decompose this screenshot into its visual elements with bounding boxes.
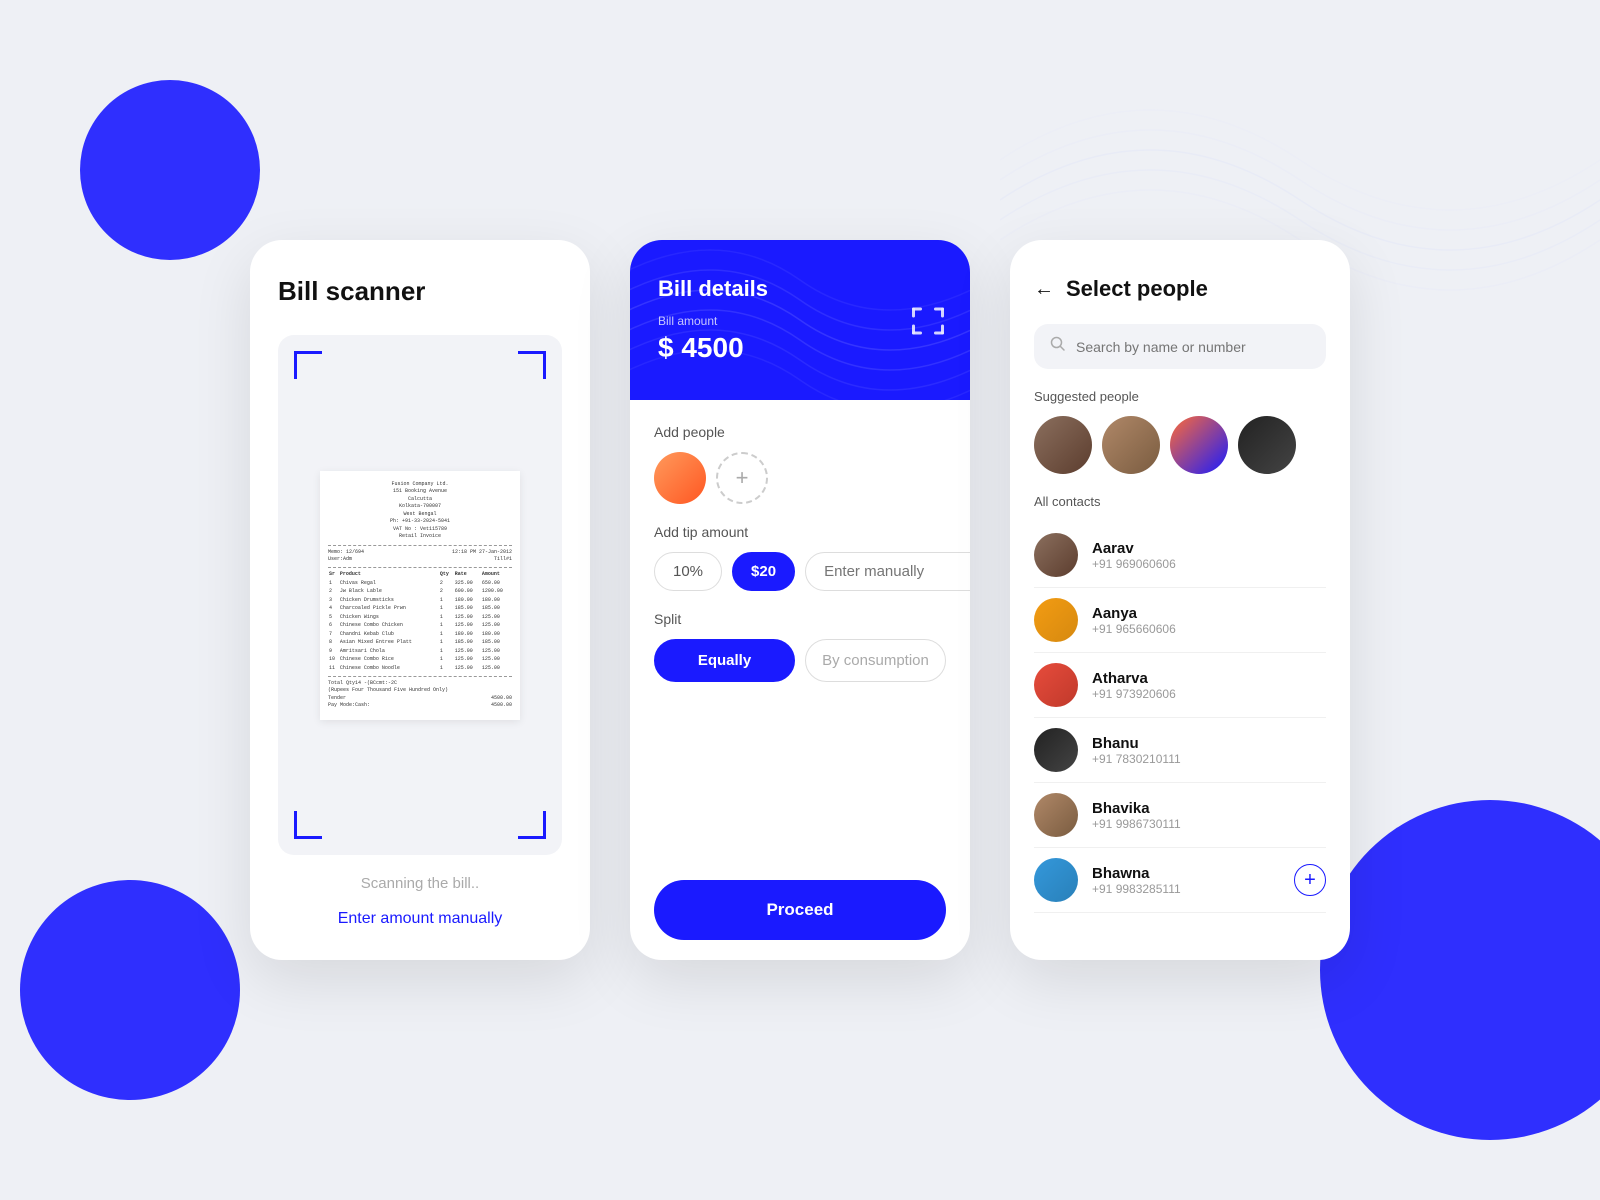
contact-name-aarav: Aarav <box>1092 540 1326 557</box>
screen-bill-scanner: Bill scanner Fusion Company Ltd. 151 Boo… <box>250 240 590 960</box>
contact-avatar-atharva <box>1034 663 1078 707</box>
add-person-button[interactable]: + <box>716 452 768 504</box>
contact-name-atharva: Atharva <box>1092 670 1326 687</box>
scan-corner-tl <box>294 351 322 379</box>
suggested-avatars <box>1034 416 1326 474</box>
contact-phone-bhawna: +91 9983285111 <box>1092 882 1280 896</box>
contact-avatar-bhawna <box>1034 858 1078 902</box>
contact-item-bhanu[interactable]: Bhanu +91 7830210111 <box>1034 718 1326 783</box>
contact-phone-atharva: +91 973920606 <box>1092 687 1326 701</box>
bill-amount-label: Bill amount <box>658 314 942 328</box>
suggested-avatar-3[interactable] <box>1170 416 1228 474</box>
screen-bill-details: Bill details Bill amount $ 4500 <box>630 240 970 960</box>
contact-info-atharva: Atharva +91 973920606 <box>1092 670 1326 701</box>
contact-info-bhavika: Bhavika +91 9986730111 <box>1092 800 1326 831</box>
people-header-row: ← Select people <box>1034 276 1326 302</box>
suggested-avatar-2[interactable] <box>1102 416 1160 474</box>
contact-phone-bhanu: +91 7830210111 <box>1092 752 1326 766</box>
bg-circle-top-left <box>80 80 260 260</box>
add-contact-button[interactable]: + <box>1294 864 1326 896</box>
contact-item-bhawna[interactable]: Bhawna +91 9983285111 + <box>1034 848 1326 913</box>
scanner-status: Scanning the bill.. <box>278 875 562 892</box>
contact-name-aanya: Aanya <box>1092 605 1326 622</box>
contact-name-bhavika: Bhavika <box>1092 800 1326 817</box>
scan-corner-br <box>518 811 546 839</box>
scanner-title: Bill scanner <box>278 276 562 307</box>
all-contacts-label: All contacts <box>1034 494 1326 509</box>
details-body: Add people + Add tip amount 10% $20 Spli… <box>630 400 970 960</box>
add-people-section: Add people + <box>654 424 946 504</box>
contact-phone-aanya: +91 965660606 <box>1092 622 1326 636</box>
contact-info-bhanu: Bhanu +91 7830210111 <box>1092 735 1326 766</box>
bg-circle-bottom-right <box>1320 800 1600 1140</box>
enter-amount-manually-link[interactable]: Enter amount manually <box>278 910 562 928</box>
suggested-label: Suggested people <box>1034 389 1326 404</box>
add-people-label: Add people <box>654 424 946 440</box>
contact-avatar-bhanu <box>1034 728 1078 772</box>
contact-item-atharva[interactable]: Atharva +91 973920606 <box>1034 653 1326 718</box>
contact-item-aanya[interactable]: Aanya +91 965660606 <box>1034 588 1326 653</box>
contact-info-aarav: Aarav +91 969060606 <box>1092 540 1326 571</box>
suggested-avatar-1[interactable] <box>1034 416 1092 474</box>
search-box <box>1034 324 1326 369</box>
tip-10-button[interactable]: 10% <box>654 552 722 591</box>
contacts-list: Aarav +91 969060606 Aanya +91 965660606 … <box>1034 523 1326 932</box>
scan-corner-bl <box>294 811 322 839</box>
details-title: Bill details <box>658 276 942 302</box>
details-header: Bill details Bill amount $ 4500 <box>630 240 970 400</box>
contact-info-bhawna: Bhawna +91 9983285111 <box>1092 865 1280 896</box>
suggested-avatar-4[interactable] <box>1238 416 1296 474</box>
tip-manual-input[interactable] <box>805 552 970 591</box>
contact-phone-aarav: +91 969060606 <box>1092 557 1326 571</box>
screens-container: Bill scanner Fusion Company Ltd. 151 Boo… <box>250 240 1350 960</box>
search-icon <box>1050 336 1066 357</box>
contact-avatar-bhavika <box>1034 793 1078 837</box>
search-input[interactable] <box>1076 339 1310 355</box>
bg-circle-bottom-left <box>20 880 240 1100</box>
split-label: Split <box>654 611 946 627</box>
contact-phone-bhavika: +91 9986730111 <box>1092 817 1326 831</box>
receipt-paper: Fusion Company Ltd. 151 Booking Avenue C… <box>320 471 520 720</box>
person-avatar <box>654 452 706 504</box>
people-title: Select people <box>1066 276 1208 302</box>
tip-20-button[interactable]: $20 <box>732 552 795 591</box>
scanner-viewport: Fusion Company Ltd. 151 Booking Avenue C… <box>278 335 562 855</box>
contact-item-aarav[interactable]: Aarav +91 969060606 <box>1034 523 1326 588</box>
scan-corner-tr <box>518 351 546 379</box>
split-row: Equally By consumption <box>654 639 946 682</box>
split-consumption-button[interactable]: By consumption <box>805 639 946 682</box>
contact-info-aanya: Aanya +91 965660606 <box>1092 605 1326 636</box>
proceed-button[interactable]: Proceed <box>654 880 946 940</box>
bill-amount: $ 4500 <box>658 332 942 364</box>
screen-select-people: ← Select people Suggested people All con… <box>1010 240 1350 960</box>
contact-avatar-aarav <box>1034 533 1078 577</box>
contact-item-bhavika[interactable]: Bhavika +91 9986730111 <box>1034 783 1326 848</box>
split-equally-button[interactable]: Equally <box>654 639 795 682</box>
contact-avatar-aanya <box>1034 598 1078 642</box>
contact-name-bhawna: Bhawna <box>1092 865 1280 882</box>
add-tip-section: Add tip amount 10% $20 <box>654 524 946 591</box>
people-row: + <box>654 452 946 504</box>
back-button[interactable]: ← <box>1034 278 1054 301</box>
contact-name-bhanu: Bhanu <box>1092 735 1326 752</box>
scan-icon[interactable] <box>910 300 946 341</box>
split-section: Split Equally By consumption <box>654 611 946 682</box>
tip-row: 10% $20 <box>654 552 946 591</box>
add-tip-label: Add tip amount <box>654 524 946 540</box>
